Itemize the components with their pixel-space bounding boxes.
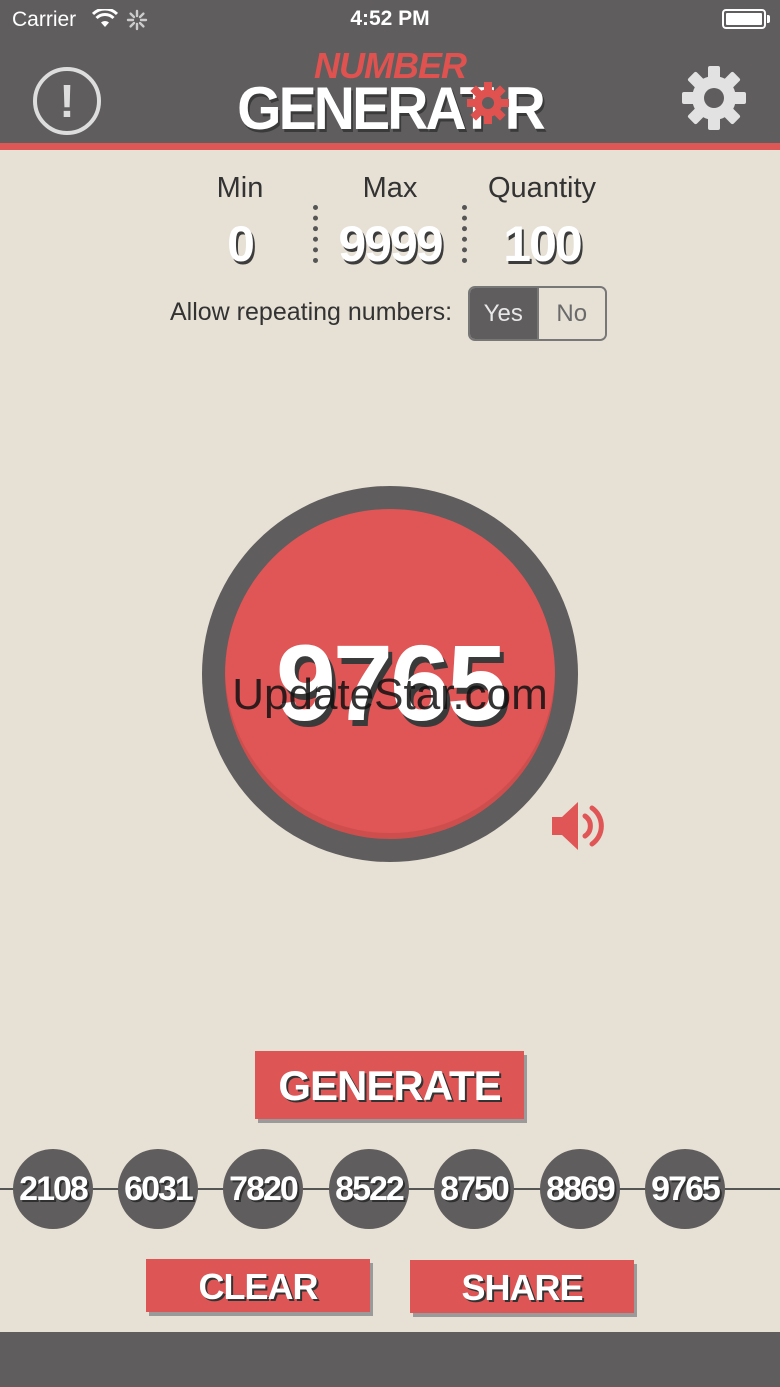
watermark: UpdateStar.com (232, 670, 548, 719)
history-chip[interactable]: 2108 (13, 1149, 93, 1229)
speaker-icon[interactable] (548, 797, 610, 860)
history-chip[interactable]: 8869 (540, 1149, 620, 1229)
min-value: 0 (227, 216, 255, 272)
repeat-yes-option[interactable]: Yes (470, 288, 537, 339)
history-chip[interactable]: 6031 (118, 1149, 198, 1229)
battery-icon (722, 9, 766, 29)
repeat-numbers-label: Allow repeating numbers: (170, 298, 453, 326)
status-time: 4:52 PM (350, 7, 430, 30)
max-label: Max (362, 172, 418, 204)
header-accent-line (0, 143, 780, 150)
logo-gear-icon (466, 81, 510, 130)
settings-gear-icon[interactable] (680, 64, 748, 137)
quantity-field[interactable]: Quantity 100 (475, 172, 609, 273)
max-value: 9999 (338, 216, 443, 272)
battery-tip (767, 15, 770, 23)
history-chip[interactable]: 8522 (329, 1149, 409, 1229)
min-field[interactable]: Min 0 (190, 172, 290, 273)
history-chip[interactable]: 8750 (434, 1149, 514, 1229)
min-label: Min (216, 172, 264, 204)
quantity-value: 100 (503, 216, 582, 272)
history-chip[interactable]: 9765 (645, 1149, 725, 1229)
quantity-label: Quantity (488, 172, 596, 204)
field-separator (313, 205, 318, 263)
history-chip[interactable]: 7820 (223, 1149, 303, 1229)
exclamation-icon: ! (59, 75, 75, 127)
bottom-bar (0, 1332, 780, 1387)
share-button[interactable]: SHARE (410, 1260, 634, 1313)
repeat-no-option[interactable]: No (536, 288, 605, 339)
clear-button[interactable]: CLEAR (146, 1259, 370, 1312)
field-separator (462, 205, 467, 263)
repeat-toggle[interactable]: Yes No (468, 286, 607, 341)
info-button[interactable]: ! (33, 67, 101, 135)
generate-button[interactable]: GENERATE (255, 1051, 524, 1119)
max-field[interactable]: Max 9999 (330, 172, 450, 273)
